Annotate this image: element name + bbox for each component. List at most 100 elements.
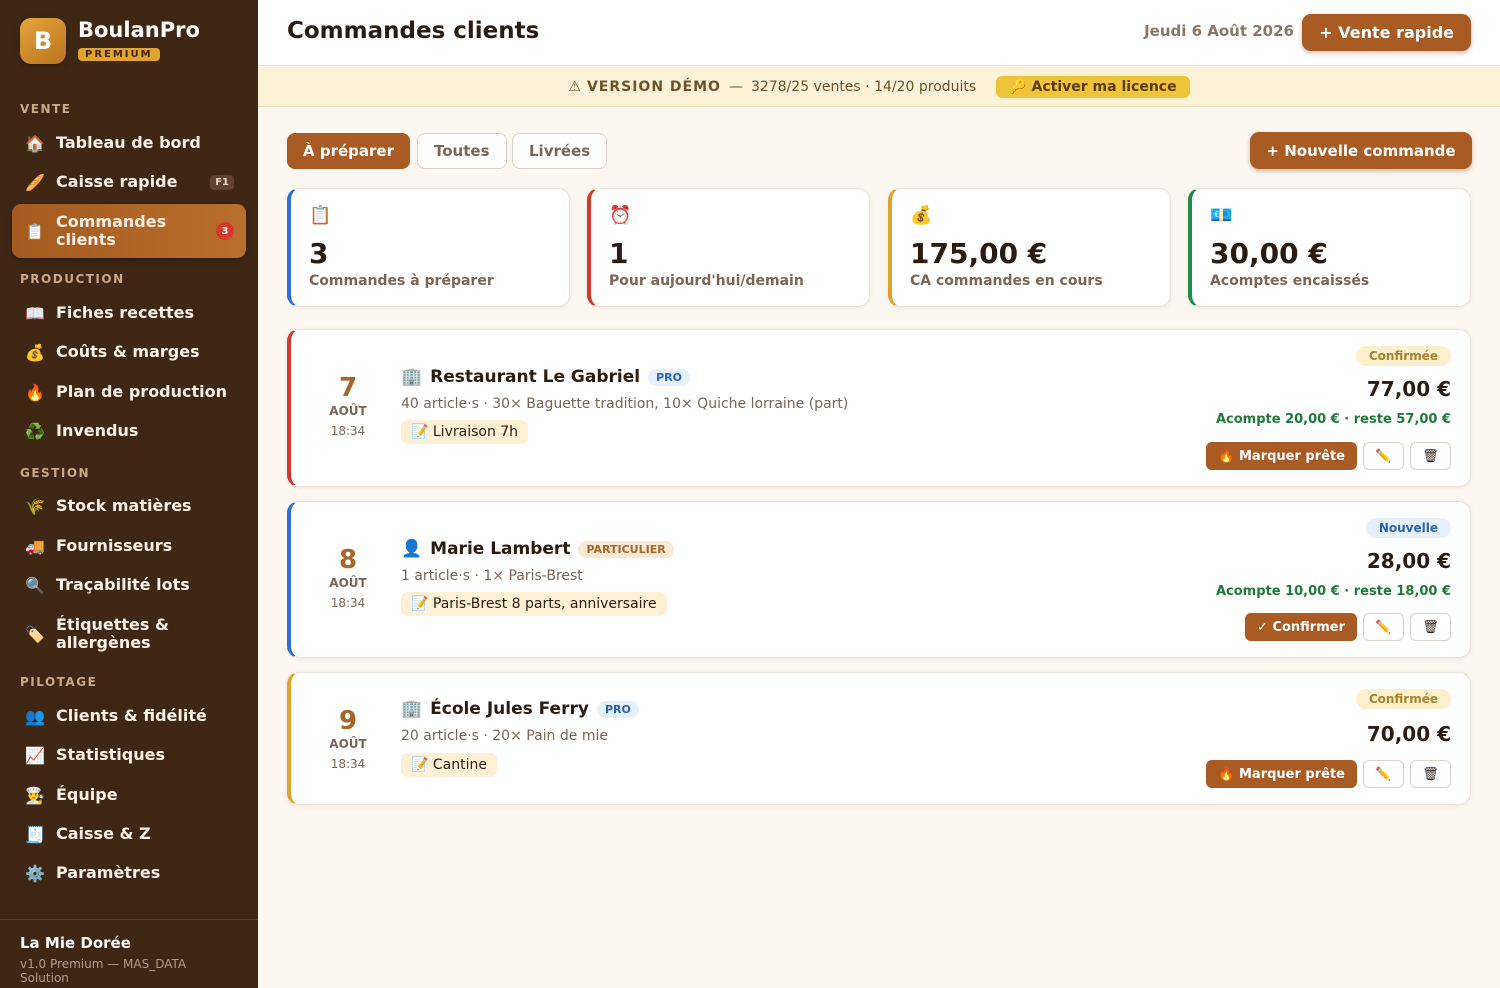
shortcut-badge: F1 bbox=[210, 174, 234, 190]
magnifier-icon: 🔍 bbox=[25, 575, 45, 595]
order-date: 7 AOÛT 18:34 bbox=[291, 374, 405, 438]
office-building-icon: 🏢 bbox=[401, 367, 423, 387]
sidebar-item-label: Stock matières bbox=[56, 496, 192, 515]
sidebar-item-plan-production[interactable]: 🔥 Plan de production bbox=[12, 374, 246, 410]
money-bag-icon: 💰 bbox=[910, 205, 933, 226]
section-title-vente: VENTE bbox=[20, 102, 72, 116]
chart-icon: 📈 bbox=[25, 745, 45, 765]
stat-value: 30,00 € bbox=[1210, 237, 1328, 270]
edit-button[interactable]: ✏️ bbox=[1363, 760, 1404, 788]
count-badge: 3 bbox=[216, 222, 234, 240]
sidebar-item-label: Clients & fidélité bbox=[56, 706, 207, 725]
new-order-button[interactable]: + Nouvelle commande bbox=[1250, 132, 1472, 169]
stat-card-to-prepare: 📋 3 Commandes à préparer bbox=[287, 188, 570, 307]
gear-icon: ⚙️ bbox=[25, 863, 45, 883]
sidebar-item-fournisseurs[interactable]: 🚚 Fournisseurs bbox=[12, 528, 246, 564]
delete-button[interactable]: 🗑 bbox=[1410, 760, 1451, 788]
sidebar-item-label: Étiquettes & allergènes bbox=[56, 615, 169, 652]
order-deposit: Acompte 20,00 € · reste 57,00 € bbox=[1215, 412, 1451, 427]
sidebar-item-label: Fiches recettes bbox=[56, 303, 194, 322]
section-title-pilotage: PILOTAGE bbox=[20, 675, 98, 689]
sidebar-item-label: Statistiques bbox=[56, 745, 165, 764]
order-card[interactable]: 9 AOÛT 18:34 🏢 École Jules Ferry PRO 20 … bbox=[287, 672, 1471, 805]
sidebar-item-tracabilite-lots[interactable]: 🔍 Traçabilité lots bbox=[12, 567, 246, 603]
demo-usage: 3278/25 ventes · 14/20 produits bbox=[750, 78, 977, 95]
app-version: v1.0 Premium — MAS_DATA Solution bbox=[20, 957, 187, 985]
order-details: 1 article·s · 1× Paris-Brest bbox=[401, 568, 583, 584]
wheat-icon: 🌾 bbox=[25, 496, 45, 516]
stat-value: 1 bbox=[609, 237, 629, 270]
sidebar-item-fiches-recettes[interactable]: 📖 Fiches recettes bbox=[12, 295, 246, 331]
stat-card-revenue: 💰 175,00 € CA commandes en cours bbox=[888, 188, 1171, 307]
sidebar-item-label: Fournisseurs bbox=[56, 536, 173, 555]
truck-icon: 🚚 bbox=[25, 536, 45, 556]
customer-type-badge: PRO bbox=[596, 700, 639, 718]
app-name: BoulanPro bbox=[78, 18, 200, 42]
activate-license-button[interactable]: 🔑 Activer ma licence bbox=[996, 75, 1190, 98]
people-icon: 👥 bbox=[25, 706, 45, 726]
edit-button[interactable]: ✏️ bbox=[1363, 613, 1404, 641]
order-note: 📝 Cantine bbox=[401, 753, 497, 777]
sidebar: B BoulanPro PREMIUM VENTE 🏠 Tableau de b… bbox=[0, 0, 258, 988]
delete-button[interactable]: 🗑 bbox=[1410, 442, 1451, 470]
delete-button[interactable]: 🗑 bbox=[1410, 613, 1451, 641]
sidebar-item-stock-matieres[interactable]: 🌾 Stock matières bbox=[12, 488, 246, 524]
page-title: Commandes clients bbox=[287, 18, 540, 44]
sidebar-item-equipe[interactable]: 👨‍🍳 Équipe bbox=[12, 777, 246, 813]
shop-name: La Mie Dorée bbox=[20, 934, 131, 952]
order-actions: ✓ Confirmer ✏️ 🗑 bbox=[1245, 613, 1451, 641]
sidebar-item-label: Plan de production bbox=[56, 382, 228, 401]
clipboard-icon: 📋 bbox=[25, 221, 45, 241]
status-badge: Confirmée bbox=[1355, 346, 1451, 366]
demo-label: VERSION DÉMO bbox=[586, 78, 721, 95]
tab-a-preparer[interactable]: À préparer bbox=[287, 133, 410, 169]
premium-badge: PREMIUM bbox=[78, 48, 160, 61]
customer-type-badge: PRO bbox=[648, 368, 690, 386]
stat-label: Acomptes encaissés bbox=[1210, 273, 1370, 289]
sidebar-item-clients-fidelite[interactable]: 👥 Clients & fidélité bbox=[12, 698, 246, 734]
pencil-icon: ✏️ bbox=[1375, 619, 1392, 635]
tab-toutes[interactable]: Toutes bbox=[417, 133, 507, 169]
clipboard-icon: 📋 bbox=[309, 205, 332, 226]
sidebar-item-caisse-rapide[interactable]: 🥖 Caisse rapide F1 bbox=[12, 164, 246, 200]
sidebar-item-statistiques[interactable]: 📈 Statistiques bbox=[12, 737, 246, 773]
status-badge: Nouvelle bbox=[1365, 518, 1451, 538]
order-day: 7 bbox=[338, 373, 358, 403]
app-logo: B bbox=[20, 18, 66, 64]
stat-label: Commandes à préparer bbox=[309, 273, 494, 289]
mark-ready-button[interactable]: 🔥 Marquer prête bbox=[1206, 760, 1357, 788]
sidebar-item-label: Traçabilité lots bbox=[56, 575, 190, 594]
trash-icon: 🗑 bbox=[1422, 619, 1439, 635]
confirm-button[interactable]: ✓ Confirmer bbox=[1245, 613, 1357, 641]
sidebar-item-etiquettes-allergenes[interactable]: 🏷️ Étiquettes & allergènes bbox=[12, 607, 246, 661]
tab-livrees[interactable]: Livrées bbox=[512, 133, 608, 169]
sidebar-item-commandes-clients[interactable]: 📋 Commandes clients 3 bbox=[12, 204, 246, 258]
order-actions: 🔥 Marquer prête ✏️ 🗑 bbox=[1206, 760, 1451, 788]
sidebar-item-label: Caisse rapide bbox=[56, 172, 178, 191]
status-badge: Confirmée bbox=[1355, 689, 1451, 709]
order-actions: 🔥 Marquer prête ✏️ 🗑 bbox=[1206, 442, 1451, 470]
sidebar-item-caisse-z[interactable]: 🧾 Caisse & Z bbox=[12, 816, 246, 852]
sidebar-item-tableau-de-bord[interactable]: 🏠 Tableau de bord bbox=[12, 125, 246, 161]
order-card[interactable]: 7 AOÛT 18:34 🏢 Restaurant Le Gabriel PRO… bbox=[287, 329, 1471, 487]
sidebar-item-parametres[interactable]: ⚙️ Paramètres bbox=[12, 855, 246, 891]
demo-separator: — bbox=[728, 78, 743, 95]
mark-ready-button[interactable]: 🔥 Marquer prête bbox=[1206, 442, 1357, 470]
customer-name: Marie Lambert bbox=[430, 539, 571, 559]
order-time: 18:34 bbox=[330, 424, 366, 438]
pencil-icon: ✏️ bbox=[1375, 766, 1392, 782]
sidebar-item-couts-marges[interactable]: 💰 Coûts & marges bbox=[12, 334, 246, 370]
edit-button[interactable]: ✏️ bbox=[1363, 442, 1404, 470]
order-month: AOÛT bbox=[329, 737, 367, 751]
office-building-icon: 🏢 bbox=[401, 699, 423, 719]
brand[interactable]: B BoulanPro PREMIUM bbox=[20, 18, 200, 64]
order-amount: 28,00 € bbox=[1366, 549, 1451, 573]
order-amount: 70,00 € bbox=[1366, 722, 1451, 746]
baguette-icon: 🥖 bbox=[25, 172, 45, 192]
quick-sale-button[interactable]: + Vente rapide bbox=[1302, 14, 1471, 51]
receipt-icon: 🧾 bbox=[25, 824, 45, 844]
sidebar-item-invendus[interactable]: ♻️ Invendus bbox=[12, 413, 246, 449]
sidebar-footer: La Mie Dorée v1.0 Premium — MAS_DATA Sol… bbox=[0, 919, 258, 988]
order-card[interactable]: 8 AOÛT 18:34 👤 Marie Lambert PARTICULIER… bbox=[287, 501, 1471, 658]
section-title-gestion: GESTION bbox=[20, 466, 91, 480]
